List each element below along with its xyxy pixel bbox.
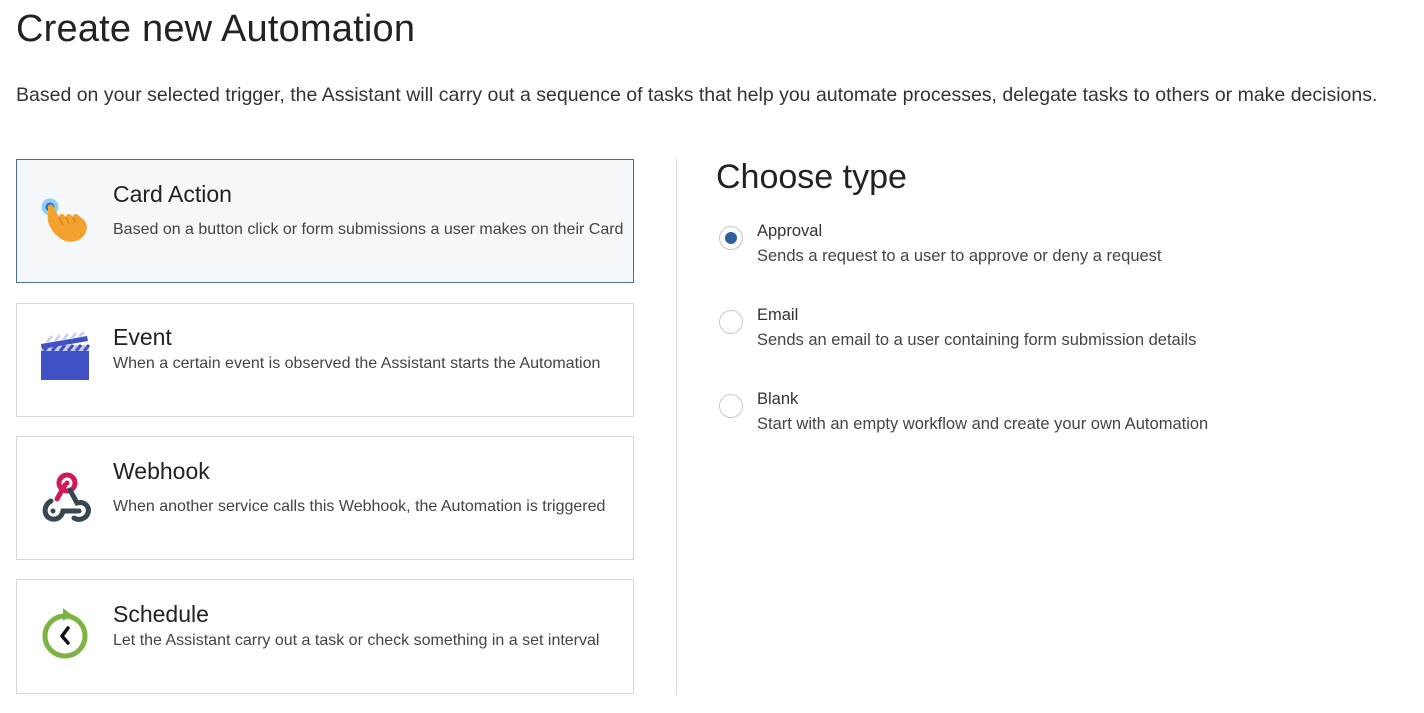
card-title: Webhook bbox=[113, 458, 210, 484]
type-option-email[interactable]: Email Sends an email to a user containin… bbox=[716, 306, 1316, 366]
panel-divider bbox=[676, 159, 677, 695]
email-radio[interactable] bbox=[719, 310, 743, 334]
option-description: Sends a request to a user to approve or … bbox=[757, 247, 1162, 265]
option-label: Approval bbox=[757, 222, 823, 240]
option-description: Start with an empty workflow and create … bbox=[757, 415, 1209, 433]
choose-type-heading: Choose type bbox=[716, 158, 907, 196]
card-description: Based on a button click or form submissi… bbox=[113, 221, 624, 238]
option-description: Sends an email to a user containing form… bbox=[757, 331, 1197, 349]
hand-tap-icon bbox=[39, 196, 93, 250]
option-label: Blank bbox=[757, 390, 799, 408]
page-description: Based on your selected trigger, the Assi… bbox=[16, 84, 1378, 106]
schedule-clock-icon bbox=[39, 608, 93, 662]
clapperboard-icon bbox=[39, 331, 93, 386]
trigger-card-card-action[interactable]: Card Action Based on a button click or f… bbox=[16, 159, 634, 283]
type-option-approval[interactable]: Approval Sends a request to a user to ap… bbox=[716, 222, 1316, 282]
trigger-card-event[interactable]: Event When a certain event is observed t… bbox=[16, 303, 634, 417]
type-option-blank[interactable]: Blank Start with an empty workflow and c… bbox=[716, 390, 1316, 450]
card-title: Card Action bbox=[113, 181, 232, 207]
blank-radio[interactable] bbox=[719, 394, 743, 418]
webhook-icon bbox=[39, 471, 93, 525]
approval-radio[interactable] bbox=[719, 226, 743, 250]
card-title: Schedule bbox=[113, 601, 209, 627]
option-label: Email bbox=[757, 306, 799, 324]
trigger-card-webhook[interactable]: Webhook When another service calls this … bbox=[16, 436, 634, 560]
trigger-card-schedule[interactable]: Schedule Let the Assistant carry out a t… bbox=[16, 579, 634, 694]
page-title: Create new Automation bbox=[16, 8, 416, 50]
card-description: When another service calls this Webhook,… bbox=[113, 498, 606, 515]
card-title: Event bbox=[113, 324, 172, 350]
card-description: Let the Assistant carry out a task or ch… bbox=[113, 632, 600, 649]
card-description: When a certain event is observed the Ass… bbox=[113, 355, 601, 372]
